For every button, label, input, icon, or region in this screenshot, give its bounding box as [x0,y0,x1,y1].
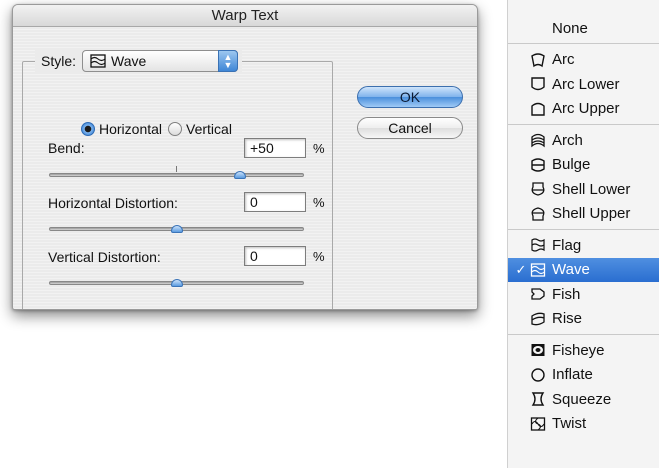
vertical-radio[interactable]: Vertical [168,121,232,137]
menu-item-label: Wave [552,261,590,278]
menu-item-fish[interactable]: Fish [508,282,659,306]
menu-item-label: Arc Lower [552,75,620,93]
shell-upper-icon [530,206,546,222]
inflate-icon [530,367,546,383]
horizontal-distortion-slider-thumb[interactable] [170,225,183,233]
dialog-title: Warp Text [13,5,477,27]
menu-item-rise[interactable]: Rise [508,307,659,331]
select-stepper-icon[interactable]: ▲ ▼ [218,50,239,72]
horizontal-radio[interactable]: Horizontal [81,121,162,137]
menu-item-label: Arc [552,51,575,68]
bend-unit: % [313,141,325,156]
menu-item-arc-lower[interactable]: Arc Lower [508,72,659,96]
dialog-body: Style: Wave ▲ ▼ Horizontal Vertical Bend… [13,28,477,309]
menu-item-arc[interactable]: Arc [508,48,659,72]
style-select[interactable]: Wave ▲ ▼ [82,50,239,72]
menu-item-label: Inflate [552,366,593,383]
menu-item-label: Rise [552,310,583,327]
arc-upper-icon [530,101,546,117]
menu-item-arch[interactable]: Arch [508,128,659,152]
menu-item-none[interactable]: None [508,16,659,40]
menu-item-label: Squeeze [552,390,612,408]
menu-item-wave[interactable]: ✓ Wave [508,257,659,282]
horizontal-distortion-input[interactable]: 0 [244,192,306,212]
horizontal-distortion-label: Horizontal Distortion: [48,195,178,211]
arc-lower-icon [530,76,546,92]
warp-text-dialog: Warp Text Style: Wave ▲ ▼ Horizontal Ver… [12,4,478,310]
menu-separator [508,43,659,44]
menu-item-label: Shell Lower [552,180,631,198]
flag-icon [530,237,546,253]
bend-slider-thumb[interactable] [234,171,247,179]
vertical-distortion-input[interactable]: 0 [244,246,306,266]
style-select-value: Wave [111,53,147,69]
arc-icon [530,52,546,68]
menu-item-label: Shell Upper [552,205,631,222]
fish-icon [530,286,546,302]
style-row: Style: Wave ▲ ▼ [35,49,243,73]
menu-item-inflate[interactable]: Inflate [508,363,659,387]
vertical-distortion-unit: % [313,249,325,264]
arch-icon [530,132,546,148]
menu-item-shell-lower[interactable]: Shell Lower [508,177,659,201]
menu-item-label: Twist [552,415,587,432]
menu-item-flag[interactable]: Flag [508,233,659,257]
menu-item-fisheye[interactable]: Fisheye [508,338,659,362]
menu-item-arc-upper[interactable]: Arc Upper [508,97,659,121]
menu-item-label: Flag [552,236,582,254]
horizontal-radio-label: Horizontal [99,121,163,137]
orientation-radio-group: Horizontal Vertical [81,121,238,137]
squeeze-icon [530,391,546,407]
menu-separator [508,333,659,335]
ok-button[interactable]: OK [357,86,463,108]
menu-item-shell-upper[interactable]: Shell Upper [508,202,659,226]
bend-center-tick [176,166,177,172]
menu-icon-slot [530,20,546,36]
warp-style-menu: None Arc Arc Lower Arc Upper Arch Bulge Shell … [507,0,659,468]
vertical-distortion-label: Vertical Distortion: [48,249,161,265]
horizontal-distortion-unit: % [313,195,325,210]
vertical-radio-label: Vertical [186,121,232,137]
cancel-button[interactable]: Cancel [357,117,463,139]
menu-item-label: Bulge [552,156,591,173]
vertical-distortion-slider-thumb[interactable] [170,279,183,287]
menu-item-label: None [552,19,588,37]
style-label: Style: [41,53,77,69]
bend-slider-track[interactable] [49,173,304,177]
settings-group-box [22,61,333,309]
checkmark-icon: ✓ [515,261,527,277]
twist-icon [530,416,546,432]
menu-item-label: Arch [552,131,583,149]
menu-item-label: Arc Upper [552,100,620,117]
menu-item-twist[interactable]: Twist [508,412,659,436]
wave-icon [90,54,106,68]
menu-item-label: Fish [552,285,581,303]
bulge-icon [530,157,546,173]
menu-separator [508,123,659,125]
menu-separator [508,228,659,230]
bend-label: Bend: [48,140,85,156]
menu-item-squeeze[interactable]: Squeeze [508,387,659,411]
wave-icon [530,262,546,278]
radio-empty-icon [168,122,183,136]
radio-selected-icon [81,122,95,136]
fisheye-icon [530,342,546,358]
menu-item-label: Fisheye [552,341,605,359]
bend-input[interactable]: +50 [244,138,306,158]
rise-icon [530,311,546,327]
menu-item-bulge[interactable]: Bulge [508,153,659,177]
shell-lower-icon [530,181,546,197]
